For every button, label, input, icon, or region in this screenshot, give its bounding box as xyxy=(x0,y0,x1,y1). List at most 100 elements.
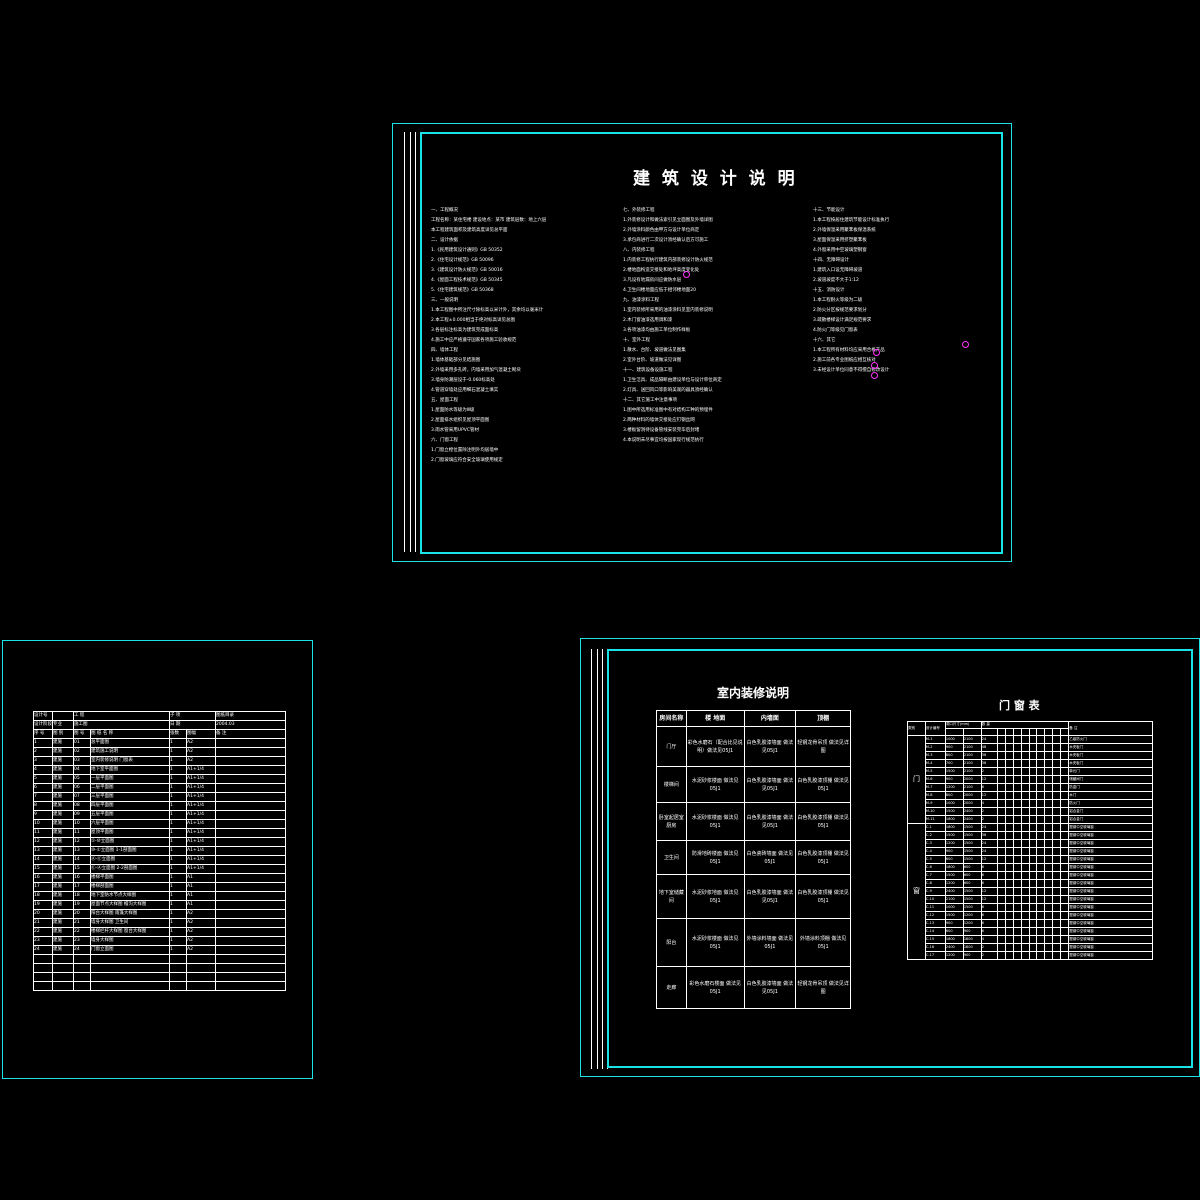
notes-line: 十一、建筑设备设施工程 xyxy=(623,368,673,373)
table-row: 阳台 水泥砂浆楼面 做法见05J1 外墙涂料墙面 做法见05J1 外墙涂料顶棚 做法见… xyxy=(656,918,851,967)
dw-cell: 1500 xyxy=(944,807,964,816)
table-row: 地下室储藏间 水泥砂浆地面 做法见05J1 白色乳胶漆墙面 做法见05J1 白色乳胶漆… xyxy=(656,874,851,919)
list-cell: 一层平面图 xyxy=(90,774,170,784)
notes-line: 4.管道穿墙处应用细石混凝土填实 xyxy=(431,388,499,393)
dw-cell xyxy=(1044,927,1054,936)
notes-line: 2.外墙采用多孔砖，内墙采用加气混凝土砌块 xyxy=(431,368,521,373)
dw-cell xyxy=(1004,927,1014,936)
list-cell: 建施 xyxy=(52,837,74,847)
list-cell: 8 xyxy=(33,801,53,811)
list-cell xyxy=(215,765,286,775)
notes-line: 4.外窗采用中空玻璃塑钢窗 xyxy=(813,248,867,253)
list-cell: 墙身大样图 xyxy=(90,936,170,946)
dw-cell: 1200 xyxy=(962,911,982,920)
list-cell xyxy=(215,738,286,748)
dw-cell xyxy=(1028,863,1038,872)
dw-cell xyxy=(1028,847,1038,856)
dw-cell xyxy=(1052,775,1062,784)
dw-cell xyxy=(996,807,1006,816)
dw-cell xyxy=(1044,815,1054,824)
list-cell: A1+1/4 xyxy=(186,810,216,820)
notes-line: 4.本说明未尽事宜均按国家现行规范执行 xyxy=(623,438,704,443)
dw-cell: 1500 xyxy=(962,903,982,912)
dw-cell: 6 xyxy=(980,871,998,880)
list-cell: 17 xyxy=(33,882,53,892)
dw-cell xyxy=(1044,767,1054,776)
dw-cell: 1500 xyxy=(944,767,964,776)
label-project: 工 程 xyxy=(73,711,170,721)
notes-line: 2.外墙涂料颜色由甲方与设计单位商定 xyxy=(623,228,700,233)
dw-cell xyxy=(996,831,1006,840)
table-row: C-14 600 900 6 塑钢中空玻璃窗 xyxy=(908,927,1153,936)
list-cell xyxy=(215,873,286,883)
dw-cell xyxy=(1004,767,1014,776)
dw-cell: 塑钢中空玻璃窗 xyxy=(1068,935,1153,944)
dw-cell xyxy=(1012,911,1022,920)
dw-cell xyxy=(1012,839,1022,848)
dw-cell xyxy=(1028,927,1038,936)
list-cell: 建施 xyxy=(52,819,74,829)
notes-line: 2.灯具、送回风口等影响美观的器具须经确认 xyxy=(623,388,713,393)
dw-cell xyxy=(1044,751,1054,760)
list-cell: 建施 xyxy=(52,792,74,802)
dw-cell: C-1 xyxy=(924,823,946,832)
dw-cell xyxy=(1020,919,1030,928)
dw-cell: 600 xyxy=(962,879,982,888)
dw-cell xyxy=(1012,807,1022,816)
dw-cell xyxy=(1044,911,1054,920)
dw-cell xyxy=(1060,847,1070,856)
dw-cell: C-14 xyxy=(924,927,946,936)
finish-cell: 白色乳胶漆顶棚 做法见05J1 xyxy=(795,840,851,875)
dw-cell xyxy=(1004,815,1014,824)
title-block-strip xyxy=(398,132,421,552)
notes-line: 3.未经设计单位同意不得擅自修改设计 xyxy=(813,368,890,373)
dw-cell: M-7 xyxy=(924,783,946,792)
dw-cell xyxy=(1012,791,1022,800)
notes-line: 4.《屋面工程技术规范》GB 50345 xyxy=(431,278,503,283)
dw-cell: 900 xyxy=(944,775,964,784)
dw-cell: M-9 xyxy=(924,799,946,808)
empty-row xyxy=(33,963,286,973)
notes-line: 十五、消防设计 xyxy=(813,288,845,293)
notes-line: 3.墙身防潮层设于-0.060标高处 xyxy=(431,378,495,383)
dw-cell xyxy=(996,759,1006,768)
table-row: 21 建施 21 墙身大样图 卫生间 1 A2 xyxy=(33,918,286,928)
dw-cell xyxy=(1036,903,1046,912)
list-cell: 13 xyxy=(33,846,53,856)
finish-cell: 卫生间 xyxy=(656,840,687,875)
dw-cell: 36 xyxy=(980,831,998,840)
dw-cell: 1000 xyxy=(944,903,964,912)
dw-cell: 12 xyxy=(980,895,998,904)
list-cell: 3 xyxy=(33,756,53,766)
dw-cell xyxy=(1052,783,1062,792)
list-cell: 1 xyxy=(169,855,187,865)
dw-cell xyxy=(996,903,1006,912)
dw-cell: 塑钢中空玻璃窗 xyxy=(1068,919,1153,928)
dw-cell xyxy=(1044,847,1054,856)
dw-cell xyxy=(1044,775,1054,784)
dw-cell xyxy=(996,799,1006,808)
finish-cell: 地下室储藏间 xyxy=(656,874,687,919)
table-row: 18 建施 18 地下室防水节点大样图 1 A1 xyxy=(33,891,286,901)
dw-cell xyxy=(1020,775,1030,784)
label-discipline: 专业 xyxy=(52,720,74,730)
table-row: C-16 2400 1800 2 塑钢中空玻璃窗 xyxy=(908,943,1153,952)
dw-cell xyxy=(1052,847,1062,856)
dw-cell: 700 xyxy=(944,759,964,768)
list-cell: 20 xyxy=(33,909,53,919)
dw-cell xyxy=(1052,831,1062,840)
list-cell: 1 xyxy=(169,846,187,856)
list-cell xyxy=(215,855,286,865)
list-column-header: 张数 xyxy=(169,729,187,739)
dw-cell xyxy=(1020,879,1030,888)
dw-cell xyxy=(1012,935,1022,944)
dw-cell xyxy=(1004,863,1014,872)
dw-cell xyxy=(1004,847,1014,856)
dw-cell xyxy=(1060,887,1070,896)
dw-cell: 塑钢中空玻璃窗 xyxy=(1068,927,1153,936)
finish-cell: 轻钢龙骨吊顶 做法见详图 xyxy=(795,726,851,767)
list-cell: 建施 xyxy=(52,801,74,811)
dw-cell xyxy=(1028,759,1038,768)
dw-cell: 6 xyxy=(980,879,998,888)
notes-column-3: 十三、节能设计 1.本工程按居住建筑节能设计标准执行 2.外墙保温采用聚苯板保温系统… xyxy=(813,206,983,446)
